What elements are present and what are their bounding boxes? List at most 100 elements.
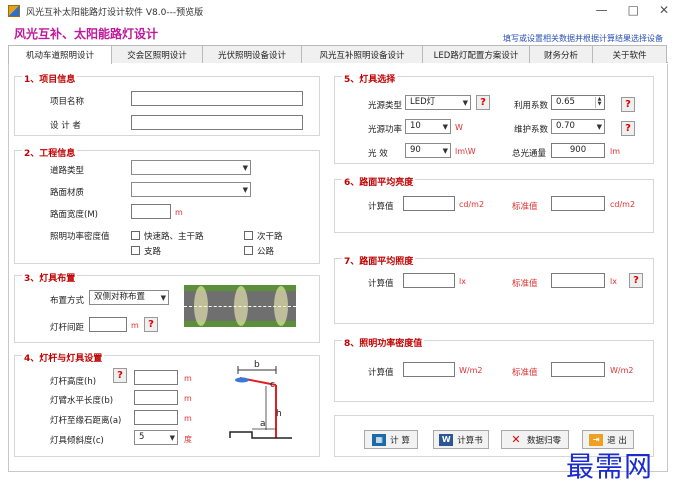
- unit-label: lx: [610, 277, 617, 286]
- window-controls: — □ ✕: [596, 3, 669, 17]
- section-title: 5、灯具选择: [342, 72, 398, 85]
- help-icon[interactable]: ?: [629, 273, 643, 288]
- source-power-select[interactable]: 10 ▼: [405, 119, 451, 134]
- calculate-button[interactable]: ▦ 计 算: [364, 430, 418, 449]
- unit-label: m: [184, 414, 192, 423]
- word-document-icon: W: [439, 433, 454, 446]
- expressway-checkbox[interactable]: [131, 231, 140, 240]
- luminous-flux-label: 总光通量: [512, 149, 547, 159]
- source-power-label: 光源功率: [368, 125, 403, 135]
- tab-bar: 机动车道照明设计 交会区照明设计 光伏照明设备设计 风光互补照明设备设计 LED…: [8, 45, 668, 64]
- close-button[interactable]: ✕: [659, 3, 669, 17]
- unit-label: m: [131, 321, 139, 330]
- section-title: 6、路面平均亮度: [342, 175, 416, 188]
- unit-label: W/m2: [459, 366, 483, 375]
- power-density-std-output: [551, 362, 605, 377]
- highway-checkbox[interactable]: [244, 246, 253, 255]
- std-value-label: 标准值: [512, 202, 538, 212]
- tab-finance[interactable]: 财务分析: [529, 45, 593, 63]
- tab-led-config[interactable]: LED路灯配置方案设计: [422, 45, 530, 63]
- tab-intersection[interactable]: 交会区照明设计: [111, 45, 203, 63]
- secondary-road-checkbox[interactable]: [244, 231, 253, 240]
- branch-road-checkbox[interactable]: [131, 246, 140, 255]
- tab-pv-equipment[interactable]: 光伏照明设备设计: [202, 45, 302, 63]
- road-width-input[interactable]: [131, 204, 171, 219]
- unit-label: m: [184, 374, 192, 383]
- luminance-calc-output: [403, 196, 455, 211]
- source-type-label: 光源类型: [368, 101, 403, 111]
- section-title: 2、工程信息: [22, 146, 78, 159]
- diagram-label-h: h: [276, 409, 282, 419]
- app-icon: [8, 5, 20, 17]
- diagram-label-c: c: [270, 380, 275, 390]
- reset-data-button[interactable]: ✕ 数据归零: [501, 430, 569, 449]
- section-title: 3、灯具布置: [22, 271, 78, 284]
- unit-label: lx: [459, 277, 466, 286]
- road-type-select[interactable]: ▼: [131, 160, 251, 175]
- help-icon[interactable]: ?: [113, 368, 127, 383]
- diagram-label-b: b: [254, 360, 260, 370]
- chevron-down-icon: ▼: [160, 294, 166, 302]
- section-title: 1、项目信息: [22, 72, 78, 85]
- layout-mode-select[interactable]: 双侧对称布置 ▼: [89, 290, 169, 305]
- help-icon[interactable]: ?: [476, 95, 490, 110]
- report-button[interactable]: W 计算书: [433, 430, 489, 449]
- utilization-input[interactable]: 0.65 ▲ ▼: [551, 95, 605, 110]
- expressway-label: 快速路、主干路: [144, 232, 204, 242]
- unit-label: m: [175, 208, 183, 217]
- help-icon[interactable]: ?: [621, 97, 635, 112]
- minimize-button[interactable]: —: [596, 3, 608, 17]
- illuminance-calc-output: [403, 273, 455, 288]
- maximize-button[interactable]: □: [628, 3, 639, 17]
- tilt-select[interactable]: 5 ▼: [134, 430, 178, 445]
- chevron-down-icon: ▼: [462, 99, 468, 107]
- unit-label: lm: [610, 147, 621, 156]
- curb-distance-input[interactable]: [134, 410, 178, 425]
- lamp-head-icon: [235, 377, 249, 383]
- spinner-icon[interactable]: ▲ ▼: [595, 97, 603, 108]
- tab-vehicle-lane[interactable]: 机动车道照明设计: [8, 45, 112, 64]
- maintenance-select[interactable]: 0.70 ▼: [551, 119, 605, 134]
- std-value-label: 标准值: [512, 368, 538, 378]
- secondary-road-label: 次干路: [257, 232, 283, 242]
- std-value-label: 标准值: [512, 279, 538, 289]
- unit-label: m: [184, 394, 192, 403]
- efficacy-select[interactable]: 90 ▼: [405, 143, 451, 158]
- pole-height-input[interactable]: [134, 370, 178, 385]
- unit-label: 度: [184, 435, 192, 444]
- chevron-down-icon: ▼: [169, 434, 175, 442]
- window-title: 风光互补太阳能路灯设计软件 V8.0---预览版: [26, 7, 204, 18]
- help-icon[interactable]: ?: [621, 121, 635, 136]
- project-name-label: 项目名称: [50, 97, 85, 107]
- tab-about[interactable]: 关于软件: [592, 45, 667, 63]
- source-type-select[interactable]: LED灯 ▼: [405, 95, 471, 110]
- highway-label: 公路: [257, 247, 275, 257]
- pole-spacing-label: 灯杆间距: [50, 323, 85, 333]
- curb-distance-label: 灯杆至缘石距离(a): [50, 416, 122, 426]
- pole-height-label: 灯杆高度(h): [50, 377, 97, 387]
- calc-value-label: 计算值: [368, 279, 394, 289]
- arm-length-label: 灯臂水平长度(b): [50, 396, 114, 406]
- luminance-std-output: [551, 196, 605, 211]
- unit-label: W: [455, 123, 463, 132]
- arm-length-input[interactable]: [134, 390, 178, 405]
- help-icon[interactable]: ?: [144, 317, 158, 332]
- surface-label: 路面材质: [50, 188, 85, 198]
- title-bar: 风光互补太阳能路灯设计软件 V8.0---预览版 — □ ✕: [0, 0, 679, 22]
- designer-input[interactable]: [131, 115, 303, 130]
- branch-road-label: 支路: [144, 247, 162, 257]
- pole-spacing-input[interactable]: [89, 317, 127, 332]
- chevron-down-icon: ▼: [442, 123, 448, 131]
- clear-icon: ✕: [511, 433, 521, 446]
- luminous-flux-output: 900: [551, 143, 605, 158]
- tilt-label: 灯具倾斜度(c): [50, 436, 104, 446]
- diagram-label-a: a: [260, 419, 266, 429]
- unit-label: W/m2: [610, 366, 634, 375]
- tab-wind-solar-equipment[interactable]: 风光互补照明设备设计: [301, 45, 423, 63]
- road-width-label: 路面宽度(M): [50, 210, 98, 220]
- unit-label: cd/m2: [459, 200, 485, 209]
- project-name-input[interactable]: [131, 91, 303, 106]
- power-density-calc-output: [403, 362, 455, 377]
- surface-select[interactable]: ▼: [131, 182, 251, 197]
- unit-label: lm\W: [455, 147, 476, 156]
